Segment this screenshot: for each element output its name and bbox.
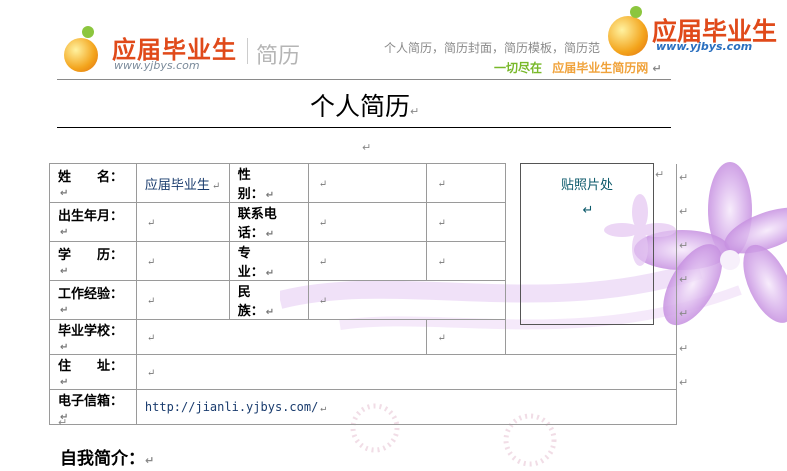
- paragraph-mark: ↵: [652, 62, 662, 75]
- row-end-mark: ↵: [679, 239, 689, 252]
- gender-cell[interactable]: ↵: [307, 163, 428, 203]
- name-value: 应届毕业生: [144, 177, 210, 193]
- cell-mark: ↵: [318, 217, 328, 229]
- ethnic-label: 民 族： ↵: [228, 280, 309, 320]
- cell-mark: ↵: [60, 188, 69, 199]
- extra-cell[interactable]: ↵: [426, 202, 507, 242]
- work-label-text: 工作经验：: [58, 287, 124, 302]
- address-cell[interactable]: ↵: [135, 354, 678, 390]
- intro-heading-text: 自我简介：: [60, 449, 145, 469]
- cell-mark: ↵: [146, 217, 156, 229]
- cell-mark: ↵: [265, 229, 275, 240]
- cell-mark: ↵: [318, 178, 328, 190]
- header-divider: [247, 38, 248, 64]
- school-label-text: 毕业学校：: [58, 324, 124, 339]
- slogan-line-2: 一切尽在 应届毕业生简历网 ↵: [494, 59, 662, 76]
- cell-mark: ↵: [265, 268, 275, 279]
- cell-mark: ↵: [146, 367, 156, 379]
- birth-label-text: 出生年月：: [58, 209, 124, 224]
- birth-cell[interactable]: ↵: [135, 202, 230, 242]
- row-end-mark: ↵: [679, 273, 689, 286]
- cell-mark: ↵: [437, 217, 446, 229]
- resume-tag: 简历: [256, 44, 301, 69]
- email-label-text: 电子信箱：: [58, 394, 124, 409]
- name-label: 姓 名： ↵: [49, 163, 137, 203]
- cell-mark: ↵: [437, 178, 446, 190]
- school-cell[interactable]: ↵: [135, 319, 428, 355]
- brand-url: www.yjbys.com: [114, 59, 200, 72]
- ethnic-cell[interactable]: ↵: [307, 280, 507, 320]
- cell-mark: ↵: [146, 295, 156, 307]
- logo-ball-icon: [64, 38, 98, 72]
- table-row: 电子信箱： ↵ http://jianli.yjbys.com/↵: [49, 389, 678, 425]
- cell-mark: ↵: [146, 332, 156, 344]
- paragraph-mark: ↵: [58, 416, 68, 429]
- email-cell[interactable]: http://jianli.yjbys.com/↵: [135, 389, 678, 425]
- page-title-text: 个人简历: [310, 92, 411, 121]
- cell-mark: ↵: [60, 227, 69, 238]
- slogan-line-2a: 一切尽在: [494, 61, 543, 75]
- major-cell[interactable]: ↵: [307, 241, 428, 281]
- row-end-mark: ↵: [679, 376, 689, 389]
- row-end-mark: ↵: [679, 171, 689, 184]
- address-label: 住 址： ↵: [49, 354, 137, 390]
- brand-logo: 应届毕业生 www.yjbys.com: [60, 26, 260, 76]
- education-cell[interactable]: ↵: [135, 241, 230, 281]
- page-title: 个人简历↵: [310, 87, 419, 123]
- paragraph-mark: ↵: [362, 141, 372, 154]
- logo-ball-icon: [608, 16, 648, 56]
- cell-mark: ↵: [211, 180, 221, 192]
- major-label: 专 业： ↵: [228, 241, 309, 281]
- row-end-mark: ↵: [679, 342, 689, 355]
- row-end-mark: ↵: [679, 205, 689, 218]
- school-label: 毕业学校： ↵: [49, 319, 137, 355]
- name-cell[interactable]: 应届毕业生 ↵: [135, 163, 230, 203]
- address-label-text: 住 址：: [58, 359, 124, 374]
- cell-mark: ↵: [60, 266, 69, 277]
- extra-cell[interactable]: ↵: [426, 163, 507, 203]
- birth-label: 出生年月： ↵: [49, 202, 137, 242]
- header-rule: [57, 79, 671, 80]
- education-label: 学 历： ↵: [49, 241, 137, 281]
- cell-mark: ↵: [318, 295, 328, 307]
- email-value: http://jianli.yjbys.com/: [144, 400, 319, 414]
- cell-mark: ↵: [437, 332, 446, 344]
- gender-label: 性 别： ↵: [228, 163, 309, 203]
- cell-mark: ↵: [60, 305, 69, 316]
- cell-mark: ↵: [60, 377, 69, 388]
- cell-mark: ↵: [318, 256, 328, 268]
- cell-mark: ↵: [60, 342, 69, 353]
- extra-cell[interactable]: ↵: [426, 241, 507, 281]
- row-end-mark: ↵: [679, 307, 689, 320]
- cell-mark: ↵: [582, 203, 594, 218]
- table-row: 住 址： ↵ ↵: [49, 354, 678, 390]
- cell-mark: ↵: [265, 307, 275, 318]
- logo-dot-icon: [630, 6, 642, 18]
- paragraph-mark: ↵: [410, 105, 420, 118]
- phone-cell[interactable]: ↵: [307, 202, 428, 242]
- photo-label: 贴照片处 ↵: [521, 174, 653, 218]
- paragraph-mark: ↵: [655, 168, 665, 181]
- logo-dot-icon: [82, 26, 94, 38]
- brand-logo-right: 应届毕业生 www.yjbys.com: [604, 6, 787, 56]
- work-label: 工作经验： ↵: [49, 280, 137, 320]
- slogan-line-1: 个人简历，简历封面，简历模板，简历范: [384, 41, 601, 55]
- extra-cell[interactable]: ↵: [426, 319, 507, 355]
- photo-label-text: 贴照片处: [560, 178, 613, 193]
- photo-placeholder[interactable]: 贴照片处 ↵: [520, 163, 654, 325]
- cell-mark: ↵: [146, 256, 156, 268]
- cell-mark: ↵: [265, 190, 275, 201]
- brand-url-right: www.yjbys.com: [656, 40, 753, 53]
- education-label-text: 学 历：: [58, 248, 124, 263]
- cell-mark: ↵: [437, 256, 446, 268]
- phone-label: 联系电话： ↵: [228, 202, 309, 242]
- intro-heading: 自我简介：↵: [60, 444, 154, 469]
- cell-mark: ↵: [320, 403, 327, 414]
- name-label-text: 姓 名：: [58, 170, 124, 185]
- slogan-line-2b: 应届毕业生简历网: [552, 61, 649, 75]
- title-rule: [57, 127, 671, 128]
- paragraph-mark: ↵: [145, 454, 155, 467]
- work-cell[interactable]: ↵: [135, 280, 230, 320]
